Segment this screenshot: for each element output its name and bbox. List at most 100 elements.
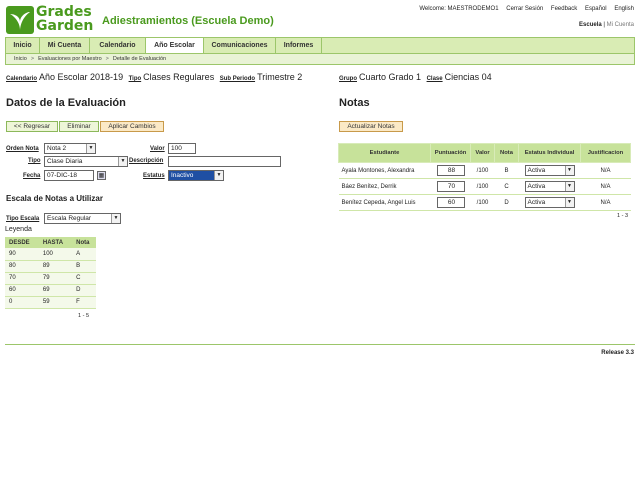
role-switcher: Escuela | Mi Cuenta [579,22,634,28]
grades-garden-logo[interactable]: Grades Garden [6,5,94,35]
status-select[interactable]: Activa ▼ [524,165,575,176]
score-input[interactable]: 60 [436,197,465,208]
evaluation-title: Datos de la Evaluación [6,97,126,109]
header-grade: Nota [494,143,519,163]
description-field[interactable] [168,156,281,167]
header-justification: Justificacion [580,143,631,163]
type-label: Tipo [128,76,142,82]
score-input[interactable]: 88 [436,165,465,176]
legend-label: Leyenda [5,226,32,233]
header-student: Estudiante [338,143,431,163]
status-cell: Activa ▼ [518,178,581,195]
scale-type-select[interactable]: Escala Regular ▼ [44,213,121,224]
type-value: Clase Diaria [47,158,83,165]
breadcrumb-separator: > [105,56,109,62]
calendar-icon[interactable]: ▦ [97,171,106,180]
chevron-down-icon: ▼ [214,171,223,180]
date-label: Fecha [23,173,41,179]
update-grades-button[interactable]: Actualizar Notas [339,121,403,132]
role-school[interactable]: Escuela [579,22,602,28]
scale-from: 70 [5,272,39,285]
table-row: 60 69 D [5,284,96,297]
chevron-down-icon: ▼ [111,214,120,223]
footer-divider [5,344,635,345]
order-select[interactable]: Nota 2 ▼ [44,143,96,154]
subperiod-value: Trimestre 2 [257,72,303,82]
tab-ano-escolar[interactable]: Año Escolar [146,38,204,53]
class-value: Ciencias 04 [444,72,492,82]
delete-button[interactable]: Eliminar [59,121,99,132]
tab-informes[interactable]: Informes [276,38,322,53]
value-cell: /100 [470,162,495,179]
grades-title: Notas [339,97,370,109]
header-status: Estatus Individual [518,143,581,163]
back-button[interactable]: << Regresar [6,121,58,132]
top-links: Welcome: MAESTRODEMO1 Cerrar Sesión Feed… [413,6,634,12]
scale-to: 89 [38,260,73,273]
scale-grade: D [72,284,96,297]
status-cell: Activa ▼ [518,162,581,179]
chevron-down-icon: ▼ [564,198,574,207]
justification-cell: N/A [580,178,631,195]
breadcrumb: Inicio > Evaluaciones por Maestro > Detalle … [5,53,635,65]
chevron-down-icon: ▼ [564,182,574,191]
chevron-down-icon: ▼ [564,166,574,175]
header: Grades Garden Adiestramientos (Escuela D… [0,0,640,38]
apply-changes-button[interactable]: Aplicar Cambios [100,121,164,132]
scale-header-to: HASTA [38,237,73,248]
scale-from: 60 [5,284,39,297]
scale-from: 90 [5,248,39,261]
breadcrumb-evaluaciones[interactable]: Evaluaciones por Maestro [38,56,102,62]
scale-grade: B [72,260,96,273]
main-nav: Inicio Mi Cuenta Calendario Año Escolar … [5,37,635,53]
scale-pagination: 1 - 5 [78,313,90,319]
status-value: Activa [527,167,546,174]
context-right: Grupo Cuarto Grado 1 Clase Ciencias 04 [339,72,495,82]
role-my-account[interactable]: Mi Cuenta [607,22,634,28]
logout-link[interactable]: Cerrar Sesión [506,6,543,12]
scale-to: 59 [38,296,73,309]
value-field[interactable]: 100 [168,143,196,154]
table-row: 70 79 C [5,272,96,285]
welcome-text: Welcome: MAESTRODEMO1 [419,6,499,12]
tab-inicio[interactable]: Inicio [6,38,40,53]
tab-calendario[interactable]: Calendario [90,38,146,53]
spanish-link[interactable]: Español [585,6,607,12]
value-cell: /100 [470,194,495,211]
logo-text: Grades Garden [36,5,93,33]
student-name: Benítez Cepeda, Angel Luis [338,194,431,211]
score-input[interactable]: 70 [436,181,465,192]
status-value: Activa [527,199,546,206]
status-cell: Activa ▼ [518,194,581,211]
grades-table: Estudiante Puntuación Valor Nota Estatus… [338,143,631,211]
scale-from: 80 [5,260,39,273]
english-link[interactable]: English [614,6,634,12]
status-select[interactable]: Activa ▼ [524,197,575,208]
feedback-link[interactable]: Feedback [551,6,577,12]
type-label: Tipo [28,158,41,164]
type-select[interactable]: Clase Diaria ▼ [44,156,128,167]
calendar-label: Calendario [6,76,38,82]
logo-line-2: Garden [36,18,94,34]
status-select[interactable]: Activa ▼ [524,181,575,192]
release-label: Release 3.3 [601,350,634,356]
tab-mi-cuenta[interactable]: Mi Cuenta [40,38,90,53]
status-select[interactable]: Inactivo ▼ [168,170,224,181]
scale-from: 0 [5,296,39,309]
value-cell: /100 [470,178,495,195]
value-label: Valor [150,146,165,152]
student-name: Ayala Montones, Alexandra [338,162,431,179]
grade-cell: B [494,162,519,179]
breadcrumb-inicio[interactable]: Inicio [14,56,27,62]
scale-grade: C [72,272,96,285]
scale-header-grade: Nota [72,237,96,248]
breadcrumb-current: Detalle de Evaluación [112,56,167,62]
context-left: Calendario Año Escolar 2018-19 Tipo Clases… [6,72,305,82]
date-field[interactable]: 07-DIC-18 [44,170,94,181]
status-value: Activa [527,183,546,190]
app-title: Adiestramientos (Escuela Demo) [102,15,274,27]
tab-comunicaciones[interactable]: Comunicaciones [204,38,276,53]
logo-line-1: Grades [36,4,92,20]
leaf-icon [6,6,34,34]
table-row: 90 100 A [5,248,96,261]
